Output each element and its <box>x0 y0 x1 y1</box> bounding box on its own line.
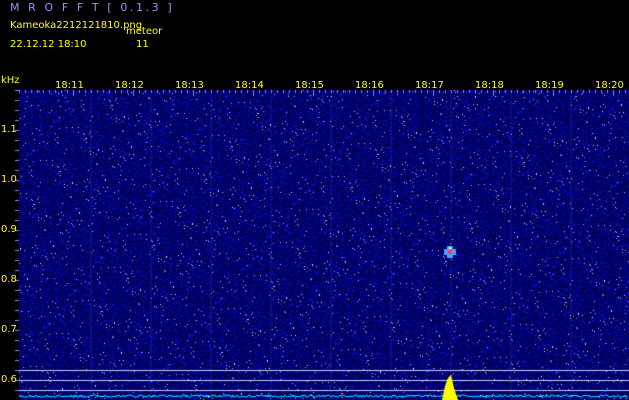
frequency-tick-label: 1.0 <box>1 174 17 185</box>
event-type: meteor <box>126 26 163 37</box>
file-name: Kameoka2212121810.png <box>10 20 143 31</box>
time-tick-label: 18:18 <box>475 80 504 91</box>
time-tick-label: 18:13 <box>175 80 204 91</box>
spectrogram-canvas <box>0 76 629 400</box>
app-title: M R O F F T [ 0.1.3 ] <box>10 1 175 14</box>
capture-datetime: 22.12.12 18:10 <box>10 39 87 50</box>
time-tick-label: 18:17 <box>415 80 444 91</box>
time-tick-label: 18:16 <box>355 80 384 91</box>
time-tick-label: 18:15 <box>295 80 324 91</box>
frequency-unit-label: kHz <box>1 75 20 86</box>
frequency-tick-label: 0.9 <box>1 224 17 235</box>
time-tick-label: 18:12 <box>115 80 144 91</box>
frequency-tick-label: 0.8 <box>1 274 17 285</box>
time-tick-label: 18:11 <box>55 80 84 91</box>
time-tick-label: 18:14 <box>235 80 264 91</box>
frequency-tick-label: 0.7 <box>1 324 17 335</box>
time-tick-label: 18:20 <box>595 80 624 91</box>
frequency-tick-label: 1.1 <box>1 124 17 135</box>
frequency-tick-label: 0.6 <box>1 374 17 385</box>
time-tick-label: 18:19 <box>535 80 564 91</box>
event-count: 11 <box>136 39 149 50</box>
